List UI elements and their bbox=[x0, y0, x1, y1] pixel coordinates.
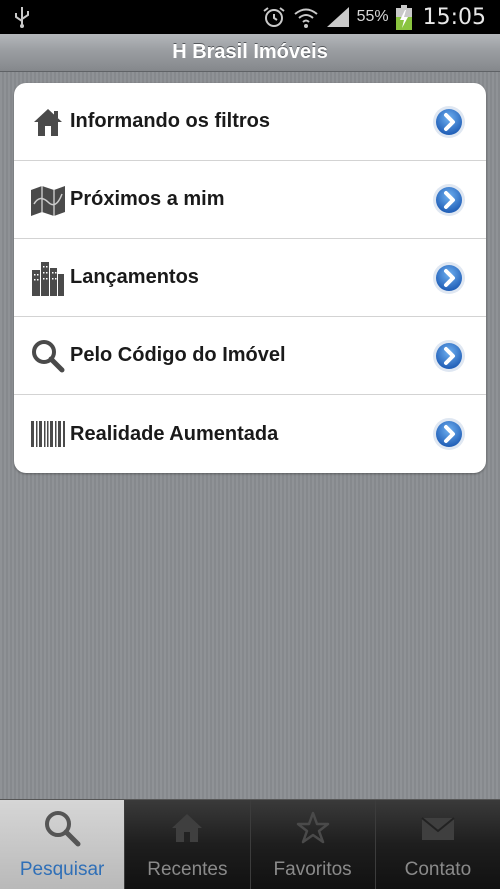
status-bar: 55% 15:05 bbox=[0, 0, 500, 34]
tab-recentes[interactable]: Recentes bbox=[125, 800, 251, 889]
menu-item-augmented-reality[interactable]: Realidade Aumentada bbox=[14, 395, 486, 473]
menu-item-nearby[interactable]: Próximos a mim bbox=[14, 161, 486, 239]
battery-charging-icon bbox=[395, 5, 413, 30]
alarm-icon bbox=[261, 5, 287, 29]
home-icon bbox=[167, 808, 207, 848]
menu-item-label: Pelo Código do Imóvel bbox=[70, 344, 286, 366]
tab-bar: Pesquisar Recentes Favoritos Contato bbox=[0, 799, 500, 889]
tab-pesquisar[interactable]: Pesquisar bbox=[0, 800, 126, 889]
barcode-icon bbox=[30, 416, 66, 452]
content-area: Informando os filtros Próximos a mim Lan… bbox=[0, 72, 500, 799]
tab-label: Recentes bbox=[147, 859, 228, 880]
magnifier-icon bbox=[30, 338, 66, 374]
chevron-right-icon[interactable] bbox=[432, 105, 466, 139]
chevron-right-icon[interactable] bbox=[432, 339, 466, 373]
tab-label: Pesquisar bbox=[19, 859, 105, 880]
map-icon bbox=[30, 182, 66, 218]
signal-icon bbox=[325, 5, 351, 29]
usb-icon bbox=[10, 5, 34, 29]
star-icon bbox=[293, 808, 333, 848]
menu-item-filters[interactable]: Informando os filtros bbox=[14, 83, 486, 161]
chevron-right-icon[interactable] bbox=[432, 261, 466, 295]
menu-item-launches[interactable]: Lançamentos bbox=[14, 239, 486, 317]
menu-item-label: Informando os filtros bbox=[70, 110, 270, 132]
menu-item-label: Próximos a mim bbox=[70, 188, 225, 210]
chevron-right-icon[interactable] bbox=[432, 417, 466, 451]
tab-label: Favoritos bbox=[273, 859, 352, 880]
page-title: H Brasil Imóveis bbox=[172, 41, 328, 63]
mail-icon bbox=[418, 808, 458, 848]
menu-item-label: Realidade Aumentada bbox=[70, 422, 279, 445]
chevron-right-icon[interactable] bbox=[432, 183, 466, 217]
house-icon bbox=[30, 104, 66, 140]
wifi-icon bbox=[293, 5, 319, 29]
menu-item-property-code[interactable]: Pelo Código do Imóvel bbox=[14, 317, 486, 395]
search-options-menu: Informando os filtros Próximos a mim Lan… bbox=[14, 83, 486, 473]
clock: 15:05 bbox=[422, 4, 486, 30]
tab-contato[interactable]: Contato bbox=[376, 800, 500, 889]
buildings-icon bbox=[30, 260, 66, 296]
menu-item-label: Lançamentos bbox=[70, 266, 199, 288]
tab-favoritos[interactable]: Favoritos bbox=[251, 800, 376, 889]
battery-percent: 55% bbox=[356, 8, 389, 25]
tab-label: Contato bbox=[404, 859, 472, 880]
title-bar: H Brasil Imóveis bbox=[0, 34, 500, 72]
search-icon bbox=[42, 808, 82, 848]
